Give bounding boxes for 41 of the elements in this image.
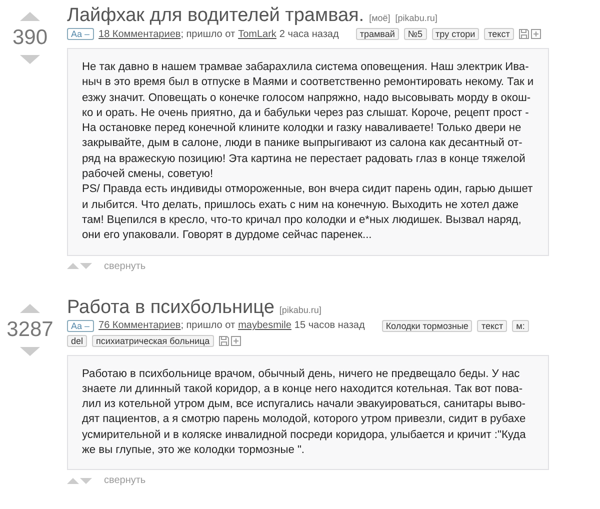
plus-icon[interactable] <box>230 336 241 346</box>
upvote-icon[interactable] <box>20 12 40 21</box>
tag-button[interactable]: Колодки тормозные <box>382 320 472 332</box>
source-tag[interactable]: [pikabu.ru] <box>395 13 438 23</box>
author-link[interactable]: maybesmile <box>238 320 292 332</box>
upvote-icon[interactable] <box>67 263 79 270</box>
comments-link[interactable]: 18 Комментариев <box>98 28 181 40</box>
downvote-icon[interactable] <box>80 478 92 484</box>
save-icon[interactable] <box>218 336 229 346</box>
tag-button[interactable]: психиатрическая больница <box>92 334 214 347</box>
post-title[interactable]: Работа в психбольнице <box>67 296 274 319</box>
tag-button[interactable]: del <box>67 334 88 347</box>
save-icon[interactable] <box>518 29 529 39</box>
post-time: 15 часов назад <box>294 320 365 332</box>
font-size-button[interactable]: Aa – <box>67 320 94 332</box>
tag-button[interactable]: тру стори <box>432 28 480 40</box>
tag-button[interactable]: м: <box>512 320 529 332</box>
plus-icon[interactable] <box>530 29 541 39</box>
meta-text: ; пришло от <box>180 320 236 332</box>
rating-score: 3287 <box>6 318 54 341</box>
tag-button[interactable]: трамвай <box>356 28 399 40</box>
comments-link[interactable]: 76 Комментариев <box>98 320 181 332</box>
rating-score: 390 <box>12 27 48 49</box>
upvote-icon[interactable] <box>67 478 79 484</box>
downvote-icon[interactable] <box>20 346 40 356</box>
author-link[interactable]: TomLark <box>238 28 276 40</box>
tag-button[interactable]: текст <box>477 320 508 332</box>
source-tag[interactable]: [моё] <box>369 13 390 23</box>
meta-text: ; пришло от <box>180 28 236 40</box>
post-title[interactable]: Лайфхак для водителей трамвая. <box>67 4 364 27</box>
source-tag[interactable]: [pikabu.ru] <box>279 304 322 315</box>
post-time: 2 часа назад <box>279 28 339 40</box>
post-text: PS/ Правда есть индивиды отмороженные, вон вчера сидит парень один, гарью дышет и лыбится. Что делать, пришлось ехать с ним на конечную. Выходить не хотел даже там! Вцепился в кресло, что-то кричал про колодки и е*ных людишек. Вызвал наряд, они его упаковали. Говорят в дурдоме сейчас паренек... <box>82 182 534 244</box>
tag-button[interactable]: текст <box>484 28 514 40</box>
post-text: Не так давно в нашем трамвае забарахлила система оповещения. Наш электрик Ива- ныч в это время был в отпуске в Маями и соответственно ремонтировать некому. Так и езжу значит. Оповещать о конечке голосом напряжно, надо высовывать морду в окош- ко и орать. Не очень приятно, да и бабульки через раз слышат. Короче, рецепт прост - На остановке перед конечной клините колодки и газку наваливаете! Только двери не закрывайте, дым в салоне, люди в панике выпрыгивают из салона как десантный от- ряд на вражескую позицию! Эта картина не перестает радовать глаз в конце тяжелой рабочей смены, советую! <box>82 60 535 182</box>
tag-button[interactable]: №5 <box>404 28 427 40</box>
downvote-icon[interactable] <box>80 263 92 270</box>
downvote-icon[interactable] <box>20 55 40 64</box>
post-text: Работаю в психбольнице врачом, обычный день, ничего не предвещало беды. У нас знаете ли длинный такой коридор, а в конце него находится котельная. Так вот пова- лил из котельной утром дым, все испугались начали эвакуироваться, санитары выво- дят пациентов, а я смотрю парень молодой, которого утром привезли, сидит в рубахе усмирительной и в коляске инвалидной посреди коридора, улыбается и кричит :"Куда же вы глупые, это же колодки тормозные ". <box>82 366 527 458</box>
upvote-icon[interactable] <box>20 304 40 313</box>
font-size-button[interactable]: Aa – <box>67 28 94 40</box>
